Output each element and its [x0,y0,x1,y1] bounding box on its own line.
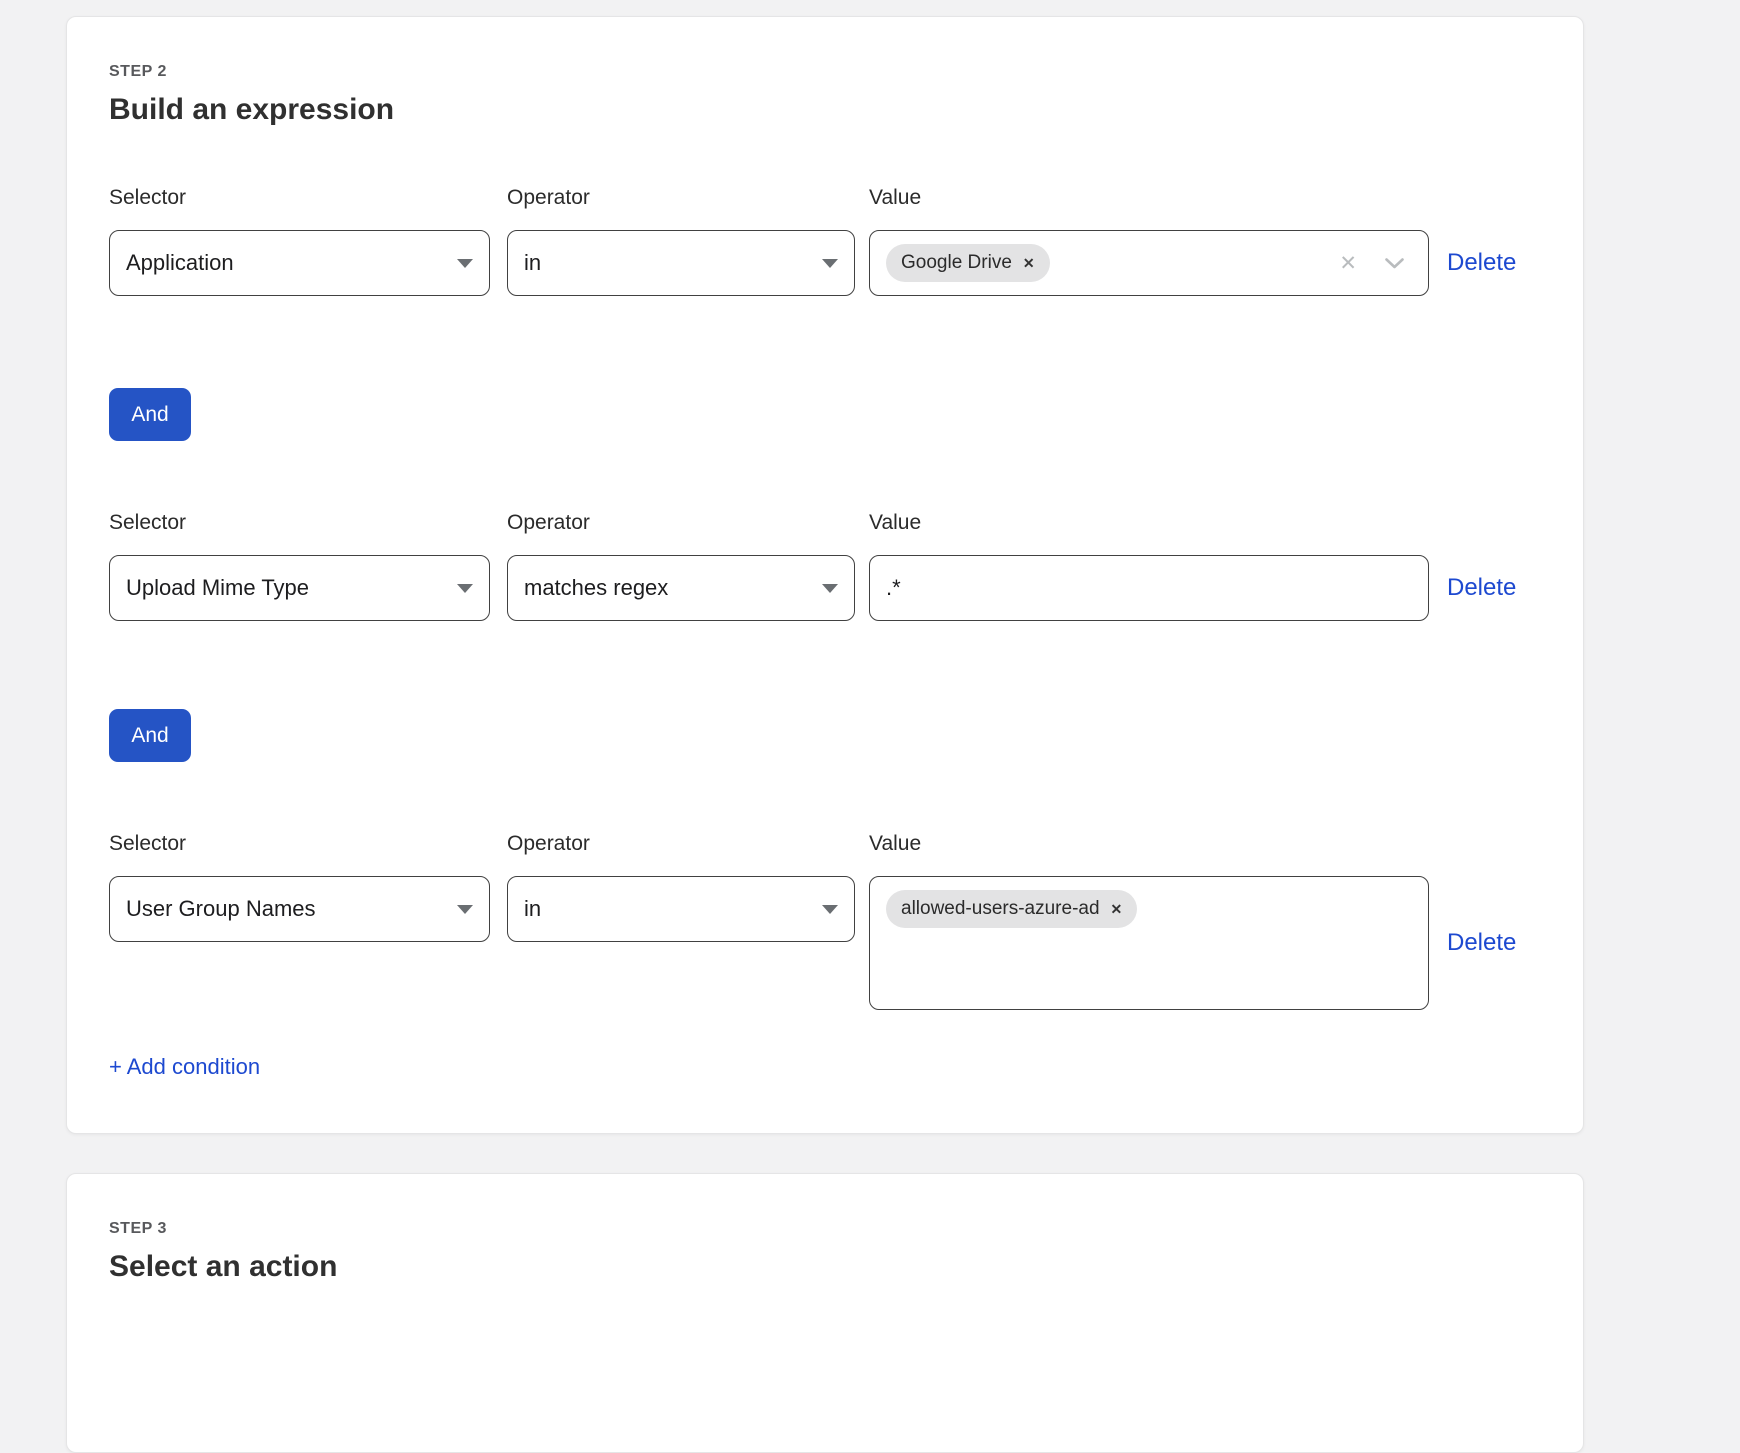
selector-dropdown-2[interactable]: Upload Mime Type [109,555,490,621]
condition-row-2: Selector Upload Mime Type Operator match… [109,511,1541,621]
remove-tag-icon[interactable]: ✕ [1023,255,1035,272]
operator-label: Operator [507,832,855,856]
value-textbox-2 [869,555,1429,621]
step3-title: Select an action [109,1250,1541,1284]
delete-condition-3-link[interactable]: Delete [1447,929,1516,957]
selector-dropdown-1[interactable]: Application [109,230,490,296]
and-button-1[interactable]: And [109,388,191,441]
delete-condition-1-link[interactable]: Delete [1447,249,1516,277]
condition-row-3: Selector User Group Names Operator in Va… [109,832,1541,1010]
caret-down-icon [822,905,838,914]
selector-label: Selector [109,832,490,856]
selector-value-2: Upload Mime Type [126,575,309,601]
step2-label: STEP 2 [109,63,1541,81]
operator-dropdown-2[interactable]: matches regex [507,555,855,621]
tag-google-drive: Google Drive ✕ [886,244,1050,282]
tag-allowed-users-azure-ad: allowed-users-azure-ad ✕ [886,890,1137,928]
operator-dropdown-1[interactable]: in [507,230,855,296]
selector-label: Selector [109,511,490,535]
step2-title: Build an expression [109,93,1541,127]
and-button-2[interactable]: And [109,709,191,762]
step2-card: STEP 2 Build an expression Selector Appl… [66,16,1584,1134]
tag-label: Google Drive [901,252,1012,274]
add-condition-link[interactable]: + Add condition [109,1054,260,1080]
operator-value-3: in [524,896,541,922]
selector-value-1: Application [126,250,234,276]
caret-down-icon [457,584,473,593]
tag-label: allowed-users-azure-ad [901,898,1100,920]
selector-dropdown-3[interactable]: User Group Names [109,876,490,942]
operator-value-1: in [524,250,541,276]
condition-row-1: Selector Application Operator in Value G [109,186,1541,296]
chevron-down-icon[interactable] [1385,258,1404,269]
caret-down-icon [822,584,838,593]
value-label: Value [869,511,1429,535]
value-input-2[interactable] [886,556,1412,620]
value-box-icons: ✕ [1339,253,1412,274]
clear-icon[interactable]: ✕ [1339,253,1357,274]
delete-condition-2-link[interactable]: Delete [1447,574,1516,602]
operator-dropdown-3[interactable]: in [507,876,855,942]
value-multiselect-3[interactable]: allowed-users-azure-ad ✕ [869,876,1429,1010]
selector-value-3: User Group Names [126,896,316,922]
caret-down-icon [457,905,473,914]
operator-label: Operator [507,186,855,210]
step3-card: STEP 3 Select an action [66,1173,1584,1453]
operator-label: Operator [507,511,855,535]
selector-label: Selector [109,186,490,210]
value-label: Value [869,832,1429,856]
value-multiselect-1[interactable]: Google Drive ✕ ✕ [869,230,1429,296]
caret-down-icon [822,259,838,268]
value-label: Value [869,186,1429,210]
step3-label: STEP 3 [109,1220,1541,1238]
caret-down-icon [457,259,473,268]
operator-value-2: matches regex [524,575,668,601]
remove-tag-icon[interactable]: ✕ [1111,901,1123,918]
